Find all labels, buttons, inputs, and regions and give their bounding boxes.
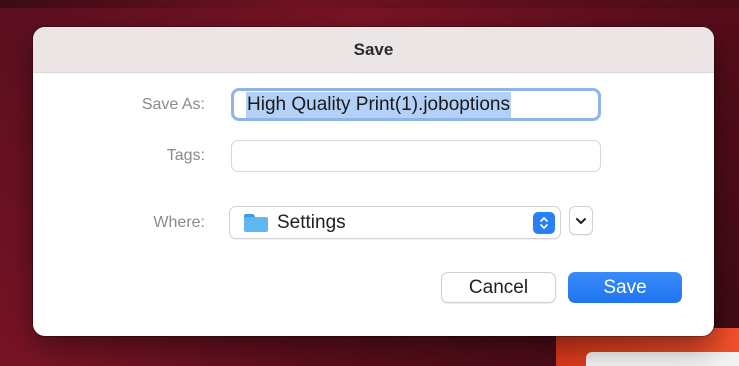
save-as-input[interactable]: High Quality Print(1).joboptions: [231, 88, 601, 121]
where-popup[interactable]: Settings: [229, 206, 561, 239]
save-button[interactable]: Save: [568, 272, 682, 303]
dialog-title: Save: [353, 39, 394, 59]
tags-input[interactable]: [231, 140, 601, 172]
save-as-row: Save As:: [33, 88, 217, 121]
save-as-label: Save As:: [141, 95, 205, 113]
expand-browser-button[interactable]: [569, 206, 593, 235]
folder-icon: [244, 213, 268, 232]
save-dialog: Save Save As: High Quality Print(1).jobo…: [33, 27, 714, 336]
tags-label: Tags:: [166, 147, 205, 164]
save-as-value[interactable]: High Quality Print(1).joboptions: [246, 91, 511, 118]
chevron-down-icon: [576, 217, 586, 224]
where-label: Where:: [153, 213, 205, 231]
desktop-background-bar: [0, 0, 739, 8]
updown-chevron-icon[interactable]: [533, 212, 555, 234]
tags-row: Tags:: [33, 140, 217, 172]
background-window-panel: [586, 352, 739, 366]
dialog-titlebar: Save: [33, 27, 714, 73]
cancel-button[interactable]: Cancel: [441, 272, 556, 303]
where-selected: Settings: [277, 211, 346, 233]
where-row: Where:: [33, 206, 217, 239]
